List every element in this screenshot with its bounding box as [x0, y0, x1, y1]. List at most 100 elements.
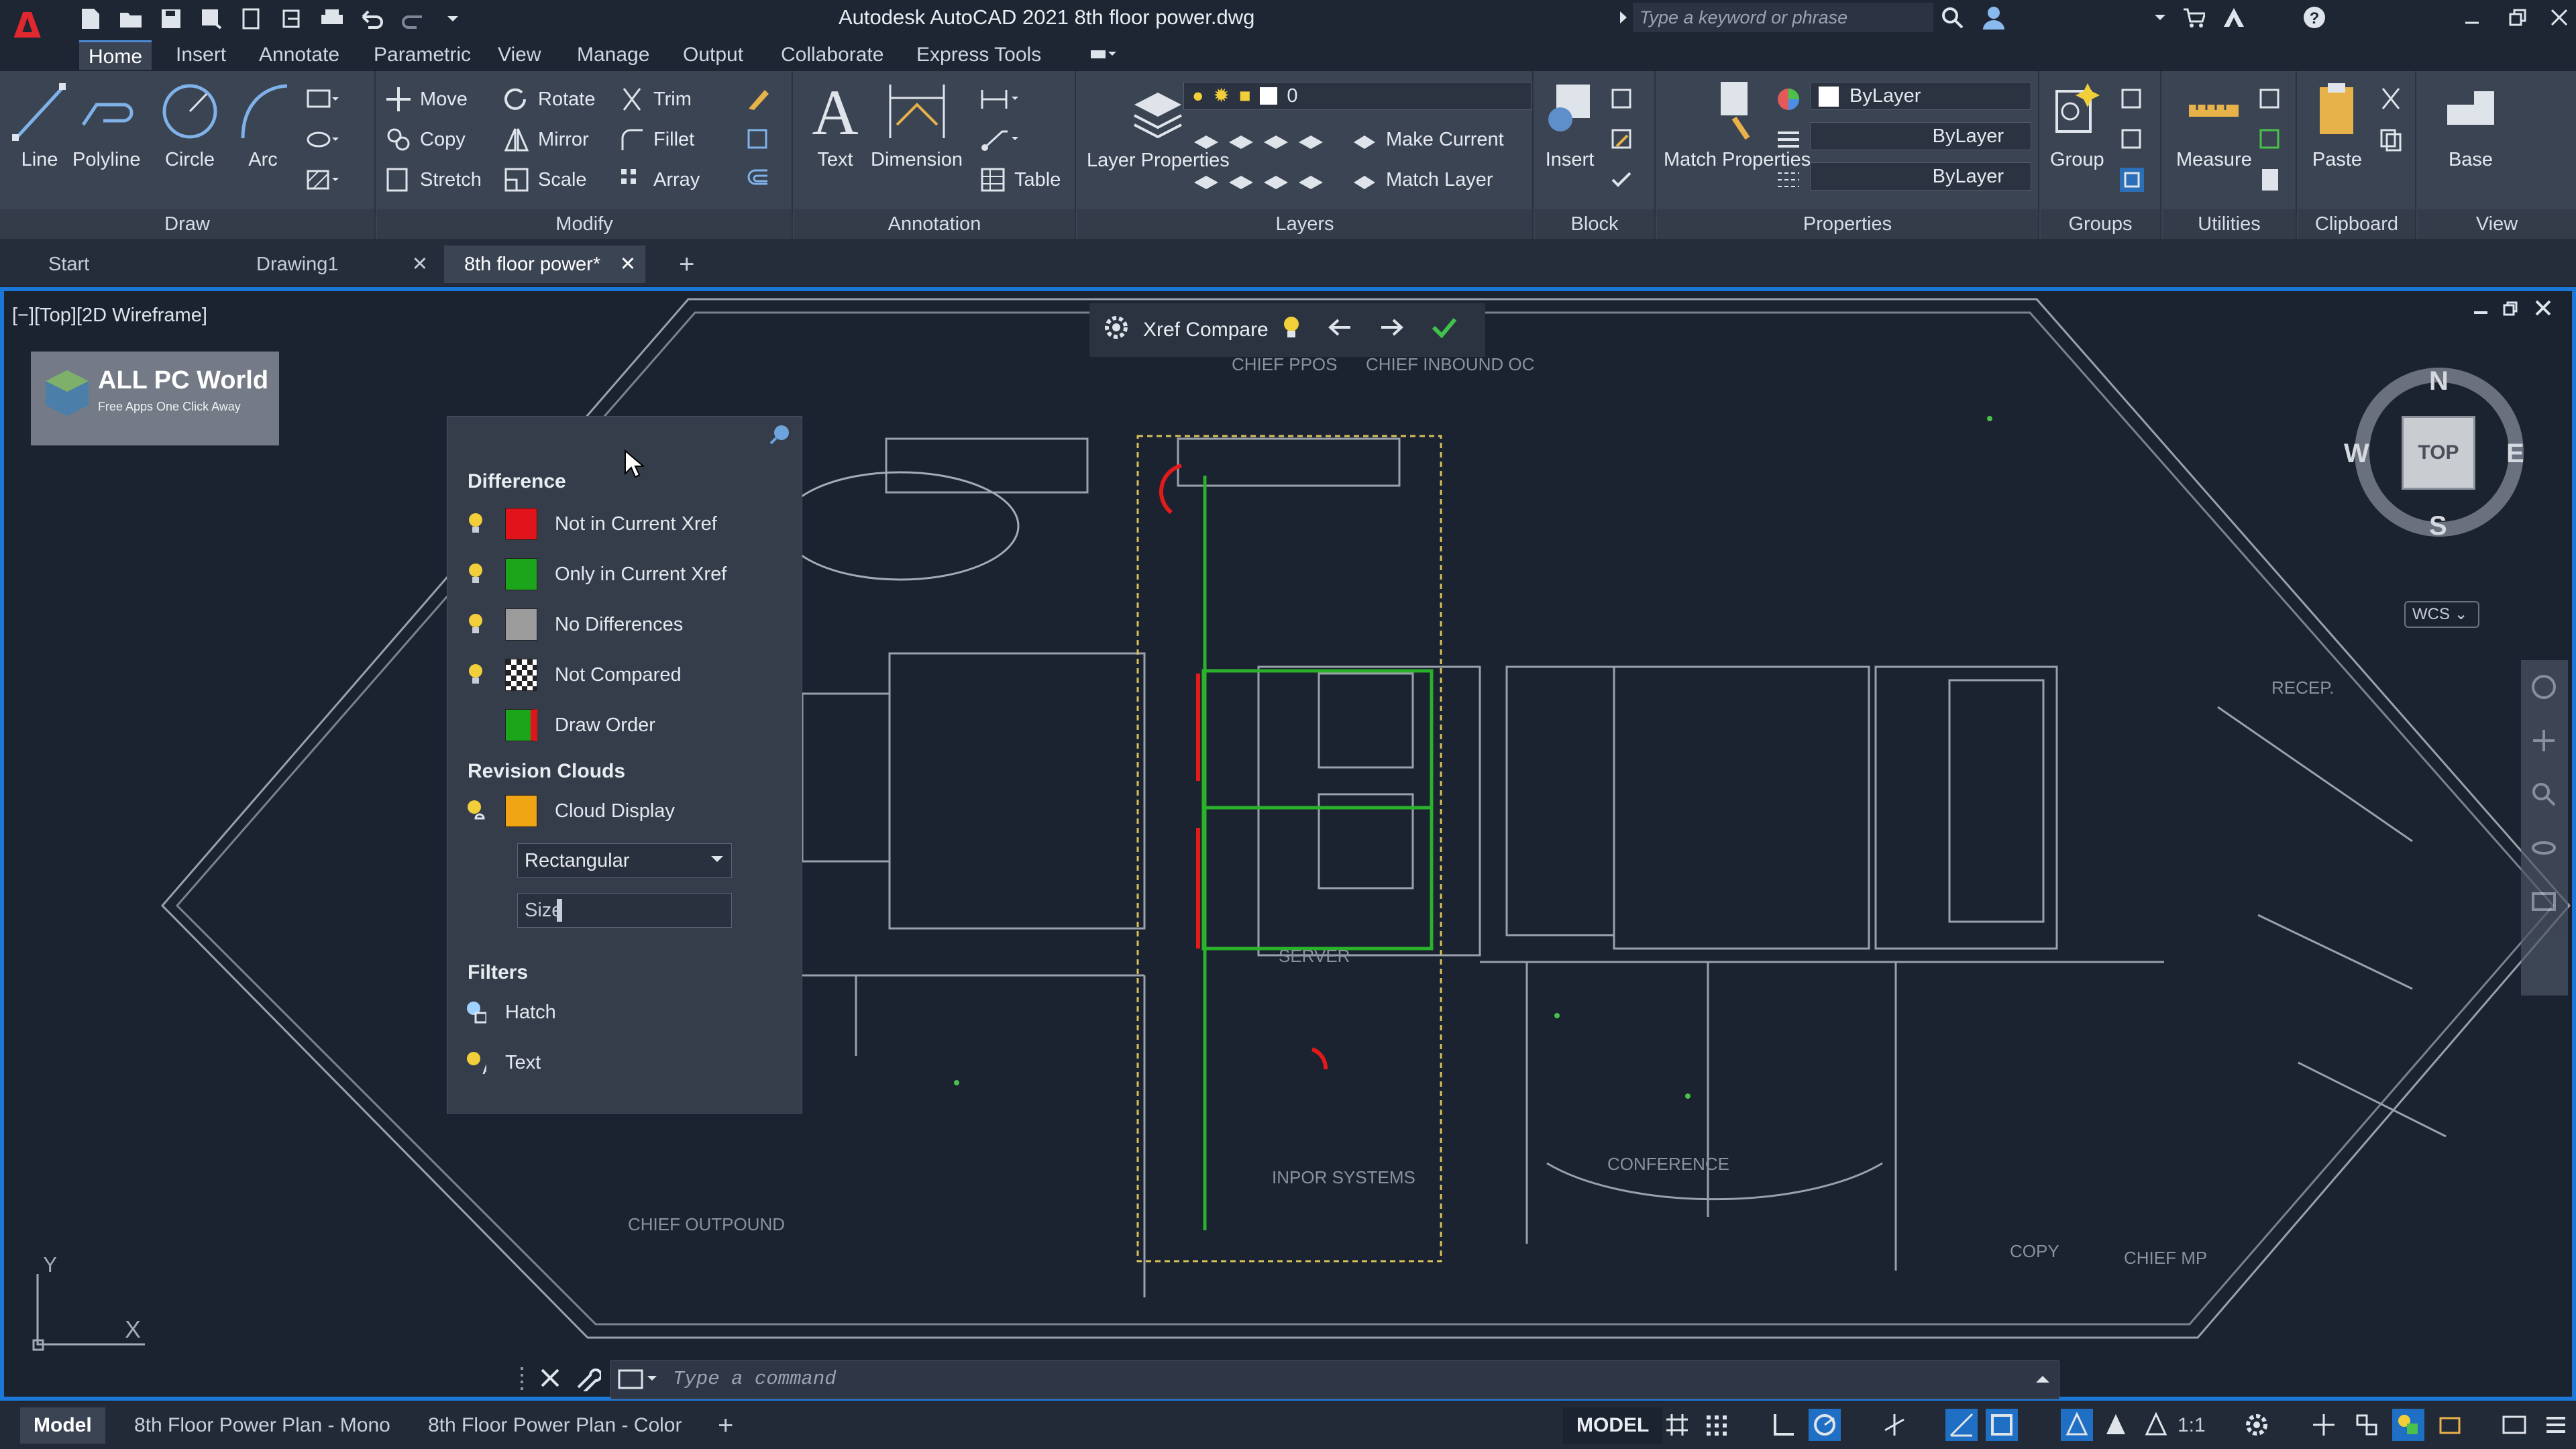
fillet-button[interactable]: Fillet	[619, 125, 694, 154]
cloud-shape-dropdown[interactable]: Rectangular	[517, 843, 732, 878]
minimize-icon[interactable]	[2459, 4, 2485, 31]
modify-panel-title[interactable]: Modify	[377, 209, 792, 239]
lightbulb-icon[interactable]	[465, 561, 486, 588]
create-block-icon[interactable]	[1609, 85, 1635, 114]
ellipse-icon[interactable]	[305, 125, 339, 154]
color-swatch[interactable]	[505, 608, 537, 641]
compass-west[interactable]: W	[2344, 439, 2369, 469]
autodesk-a360-icon[interactable]	[2220, 4, 2247, 31]
next-arrow-icon[interactable]	[1379, 317, 1405, 343]
customization-menu-icon[interactable]	[2540, 1409, 2572, 1441]
share-icon[interactable]	[278, 5, 305, 32]
make-current-button[interactable]: Make Current	[1351, 125, 1504, 154]
compass-north[interactable]: N	[2429, 366, 2449, 396]
save-as-icon[interactable]	[198, 5, 225, 32]
layout-tab-color[interactable]: 8th Floor Power Plan - Color	[415, 1407, 696, 1444]
showmotion-icon[interactable]	[2530, 888, 2557, 918]
trim-button[interactable]: Trim	[619, 85, 692, 114]
auto-scale-icon[interactable]	[2100, 1409, 2132, 1441]
not-in-current-xref-row[interactable]: Not in Current Xref	[465, 505, 717, 543]
color-dropdown[interactable]: ByLayer	[1810, 82, 2031, 110]
annotation-scale-icon[interactable]	[2140, 1409, 2172, 1441]
pin-icon[interactable]	[769, 422, 792, 448]
polyline-button[interactable]: Polyline	[72, 78, 141, 171]
customize-qat-icon[interactable]	[439, 5, 466, 32]
command-customize-icon[interactable]	[574, 1364, 602, 1395]
accept-check-icon[interactable]	[1431, 317, 1458, 343]
rectangle-icon[interactable]	[305, 85, 339, 114]
publish-icon[interactable]	[238, 5, 265, 32]
floor-plan-drawing[interactable]: CHIEF PPOS CHIEF INBOUND OC SERVER INPOR…	[4, 291, 2572, 1397]
command-history-icon[interactable]	[618, 1368, 658, 1395]
layout-tab-mono[interactable]: 8th Floor Power Plan - Mono	[121, 1407, 404, 1444]
hardware-acceleration-icon[interactable]	[2434, 1409, 2466, 1441]
ortho-icon[interactable]	[1767, 1409, 1799, 1441]
layer-dropdown[interactable]: ● ✹ ■ 0	[1183, 82, 1532, 110]
redo-icon[interactable]	[399, 5, 426, 32]
viewport-close-icon[interactable]	[2534, 299, 2552, 320]
tab-output[interactable]: Output	[674, 40, 753, 70]
undo-icon[interactable]	[359, 5, 386, 32]
clipboard-panel-title[interactable]: Clipboard	[2298, 209, 2415, 239]
command-line[interactable]: Type a command	[610, 1360, 2059, 1399]
cart-icon[interactable]	[2180, 4, 2207, 31]
close-tab-icon[interactable]: ✕	[412, 246, 428, 283]
insert-button[interactable]: Insert	[1543, 78, 1597, 171]
tab-view[interactable]: View	[488, 40, 550, 70]
compass-east[interactable]: E	[2506, 439, 2524, 469]
search-input[interactable]: Type a keyword or phrase	[1633, 3, 1933, 32]
dimension-button[interactable]: Dimension	[871, 78, 963, 171]
cloud-display-row[interactable]: Cloud Display	[465, 792, 675, 830]
color-wheel-icon[interactable]	[1775, 85, 1802, 114]
quick-select-icon[interactable]	[2257, 85, 2284, 114]
add-layout-icon[interactable]: +	[704, 1407, 747, 1444]
base-button[interactable]: Base	[2440, 78, 2501, 171]
color-swatch[interactable]	[505, 709, 537, 741]
command-close-icon[interactable]	[537, 1364, 564, 1395]
wcs-dropdown[interactable]: WCS ⌄	[2404, 601, 2479, 628]
layout-tab-model[interactable]: Model	[20, 1407, 105, 1444]
compass-south[interactable]: S	[2429, 511, 2447, 541]
layer-tools-row2-icon[interactable]	[1191, 165, 1339, 195]
block-panel-title[interactable]: Block	[1535, 209, 1654, 239]
command-input[interactable]: Type a command	[673, 1368, 837, 1390]
match-layer-button[interactable]: Match Layer	[1351, 165, 1493, 195]
previous-arrow-icon[interactable]	[1326, 317, 1353, 343]
tab-manage[interactable]: Manage	[568, 40, 659, 70]
plot-icon[interactable]	[319, 5, 345, 32]
text-filter-icon[interactable]: A	[465, 1049, 486, 1076]
not-compared-row[interactable]: Not Compared	[465, 656, 682, 694]
ribbon-display-toggle-icon[interactable]	[1080, 40, 1126, 70]
offset-icon[interactable]	[745, 165, 771, 195]
search-icon[interactable]	[1939, 4, 1966, 31]
draw-order-row[interactable]: Draw Order	[465, 706, 655, 744]
isolate-objects-icon[interactable]	[2392, 1409, 2424, 1441]
doc-tab-start[interactable]: Start	[28, 246, 229, 283]
annotation-monitor-icon[interactable]	[2308, 1409, 2340, 1441]
tab-collaborate[interactable]: Collaborate	[771, 40, 893, 70]
annotation-scale-value[interactable]: 1:1	[2174, 1407, 2210, 1444]
hatch-icon[interactable]	[305, 165, 339, 195]
lightbulb-icon[interactable]	[465, 611, 486, 638]
navigation-bar[interactable]	[2521, 660, 2568, 996]
open-icon[interactable]	[117, 5, 144, 32]
tab-parametric[interactable]: Parametric	[364, 40, 480, 70]
tab-insert[interactable]: Insert	[166, 40, 235, 70]
hatch-filter-icon[interactable]	[465, 999, 486, 1026]
doc-tab-drawing1[interactable]: Drawing1 ✕	[236, 246, 437, 283]
line-button[interactable]: Line	[9, 78, 70, 171]
rotate-button[interactable]: Rotate	[503, 85, 595, 114]
cut-icon[interactable]	[2377, 85, 2404, 114]
polar-tracking-icon[interactable]	[1809, 1409, 1841, 1441]
no-differences-row[interactable]: No Differences	[465, 606, 683, 643]
viewcube[interactable]: N S E W TOP	[2344, 365, 2533, 553]
lightbulb-icon[interactable]	[1282, 315, 1301, 345]
slider-thumb[interactable]	[557, 899, 562, 922]
move-button[interactable]: Move	[385, 85, 468, 114]
viewport-controls-label[interactable]: [−][Top][2D Wireframe]	[12, 305, 207, 327]
erase-icon[interactable]	[745, 85, 771, 114]
copy-clip-icon[interactable]	[2377, 125, 2404, 154]
lineweight-icon[interactable]	[1775, 165, 1802, 195]
circle-button[interactable]: Circle	[160, 78, 220, 171]
doc-tab-8th-floor-power[interactable]: 8th floor power* ✕	[444, 246, 645, 283]
